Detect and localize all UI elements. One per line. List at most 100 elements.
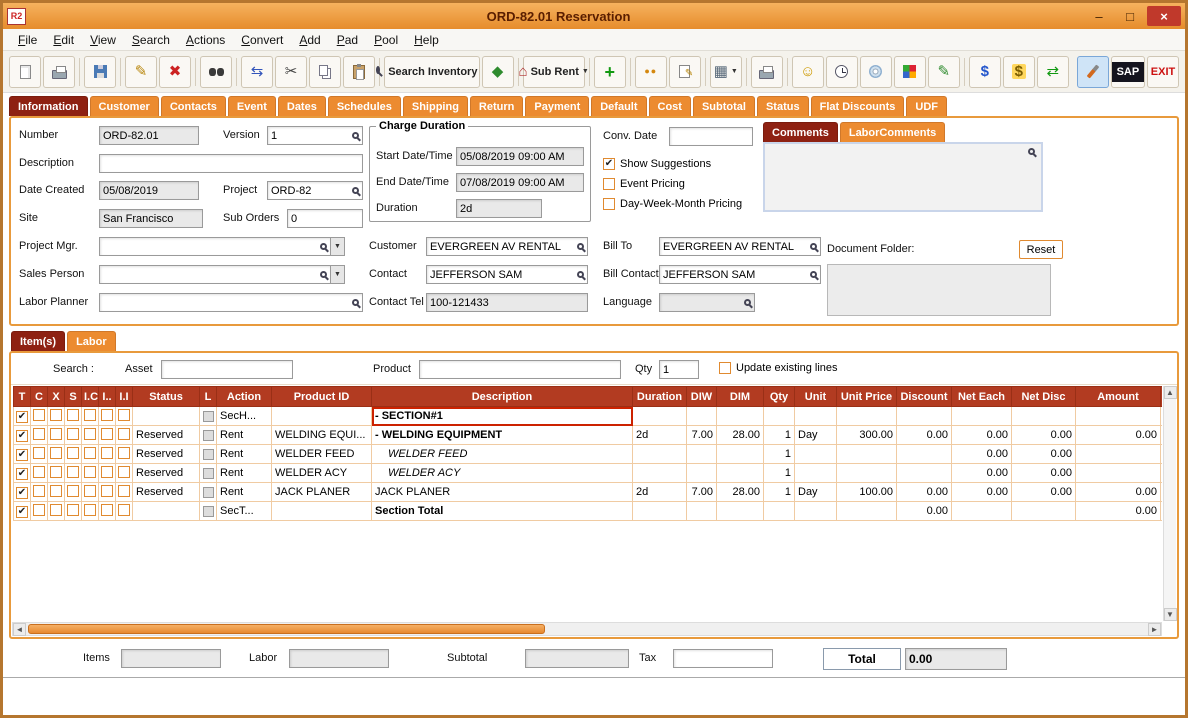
col-header-c[interactable]: C	[31, 387, 48, 407]
cell-tot[interactable]	[1161, 407, 1163, 426]
reset-button[interactable]: Reset	[1019, 240, 1063, 259]
cell-unit_price[interactable]: 300.00	[837, 426, 897, 445]
cell-amount[interactable]	[1076, 464, 1161, 483]
cell-net_disc[interactable]	[1012, 407, 1076, 426]
row-checkbox-icon[interactable]	[16, 430, 28, 442]
menu-actions[interactable]: Actions	[179, 31, 232, 49]
row-checkbox-icon[interactable]	[84, 447, 96, 459]
row-checkbox-icon[interactable]	[16, 506, 28, 518]
table-row[interactable]: ReservedRentJACK PLANERJACK PLANER2d7.00…	[14, 483, 1163, 502]
line-note-icon[interactable]	[203, 430, 214, 441]
media-button[interactable]	[860, 56, 892, 88]
cut-button[interactable]: ✂	[275, 56, 307, 88]
tax-field[interactable]	[673, 649, 773, 668]
tab-udf[interactable]: UDF	[906, 96, 947, 116]
magnifier-icon[interactable]	[320, 271, 327, 278]
cell-status[interactable]	[133, 407, 200, 426]
cell-description[interactable]: Section Total	[372, 502, 633, 521]
sub-rent-button[interactable]: ⌂Sub Rent▼	[523, 56, 585, 88]
find-button[interactable]	[200, 56, 232, 88]
magnifier-icon[interactable]	[320, 243, 327, 250]
row-checkbox-icon[interactable]	[84, 428, 96, 440]
table-row[interactable]: SecT...Section Total0.000.00	[14, 502, 1163, 521]
row-checkbox-icon[interactable]	[118, 485, 130, 497]
labor-planner-field[interactable]	[99, 293, 363, 312]
magnifier-icon[interactable]	[352, 187, 359, 194]
close-button[interactable]: ×	[1147, 6, 1181, 26]
col-header-i-i[interactable]: I.I	[116, 387, 133, 407]
export-button[interactable]: ⇆	[241, 56, 273, 88]
product-search-input[interactable]	[419, 360, 621, 379]
cell-status[interactable]	[133, 502, 200, 521]
col-header-i[interactable]: I..	[99, 387, 116, 407]
menu-pad[interactable]: Pad	[330, 31, 365, 49]
row-checkbox-icon[interactable]	[33, 447, 45, 459]
exit-button[interactable]: EXIT	[1147, 56, 1179, 88]
tab-schedules[interactable]: Schedules	[328, 96, 401, 116]
delete-button[interactable]: ✖	[159, 56, 191, 88]
col-header-discount[interactable]: Discount	[897, 387, 952, 407]
search-inventory-button[interactable]: Search Inventory▼	[384, 56, 480, 88]
sales-person-field[interactable]	[99, 265, 331, 284]
cell-net_disc[interactable]: 0.00	[1012, 464, 1076, 483]
tab-subtotal[interactable]: Subtotal	[693, 96, 755, 116]
cell-dim[interactable]	[717, 464, 764, 483]
row-checkbox-icon[interactable]	[33, 428, 45, 440]
cell-unit[interactable]	[795, 464, 837, 483]
table-row[interactable]: ReservedRentWELDER FEEDWELDER FEED10.000…	[14, 445, 1163, 464]
magnifier-icon[interactable]	[352, 132, 359, 139]
row-checkbox-icon[interactable]	[50, 466, 62, 478]
magnifier-icon[interactable]	[810, 243, 817, 250]
cell-discount[interactable]: 0.00	[897, 426, 952, 445]
language-field[interactable]	[659, 293, 755, 312]
payment-button[interactable]: $	[1003, 56, 1035, 88]
cell-qty[interactable]: 1	[764, 483, 795, 502]
cell-duration[interactable]	[633, 407, 687, 426]
cell-product_id[interactable]	[272, 407, 372, 426]
horizontal-scrollbar[interactable]: ◄ ►	[12, 622, 1162, 636]
paste-button[interactable]	[343, 56, 375, 88]
line-note-icon[interactable]	[203, 506, 214, 517]
row-checkbox-icon[interactable]	[84, 409, 96, 421]
cell-net_disc[interactable]	[1012, 502, 1076, 521]
cell-description[interactable]: WELDER FEED	[372, 445, 633, 464]
menu-file[interactable]: File	[11, 31, 44, 49]
version-field[interactable]: 1	[267, 126, 363, 145]
cell-qty[interactable]: 1	[764, 426, 795, 445]
cell-amount[interactable]: 0.00	[1076, 426, 1161, 445]
cell-unit_price[interactable]	[837, 464, 897, 483]
cell-unit[interactable]	[795, 445, 837, 464]
menu-view[interactable]: View	[83, 31, 123, 49]
comments-textarea[interactable]	[763, 142, 1043, 212]
scroll-down-icon[interactable]: ▼	[1164, 608, 1177, 621]
row-checkbox-icon[interactable]	[16, 487, 28, 499]
cell-product_id[interactable]: WELDING EQUI...	[272, 426, 372, 445]
cell-net_each[interactable]: 0.00	[952, 464, 1012, 483]
cell-net_disc[interactable]: 0.00	[1012, 445, 1076, 464]
duration-field[interactable]: 2d	[456, 199, 542, 218]
magnifier-icon[interactable]	[744, 299, 751, 306]
col-header-qty[interactable]: Qty	[764, 387, 795, 407]
horizontal-scrollbar-thumb[interactable]	[28, 624, 545, 634]
customer-field[interactable]: EVERGREEN AV RENTAL	[426, 237, 588, 256]
description-field[interactable]	[99, 154, 363, 173]
menu-pool[interactable]: Pool	[367, 31, 405, 49]
col-header-i-c[interactable]: I.C	[82, 387, 99, 407]
cell-product_id[interactable]: WELDER ACY	[272, 464, 372, 483]
cell-duration[interactable]	[633, 464, 687, 483]
cell-action[interactable]: Rent	[217, 483, 272, 502]
row-checkbox-icon[interactable]	[101, 466, 113, 478]
show-suggestions-checkbox[interactable]: Show Suggestions	[603, 158, 711, 170]
cell-description[interactable]: JACK PLANER	[372, 483, 633, 502]
edit-button[interactable]: ✎	[125, 56, 157, 88]
tab-status[interactable]: Status	[757, 96, 809, 116]
feedback-button[interactable]: ☺	[792, 56, 824, 88]
row-checkbox-icon[interactable]	[118, 466, 130, 478]
cell-diw[interactable]: 7.00	[687, 426, 717, 445]
tab-information[interactable]: Information	[9, 96, 88, 116]
asset-search-input[interactable]	[161, 360, 293, 379]
project-mgr-field[interactable]	[99, 237, 331, 256]
availability-button[interactable]: ◆	[482, 56, 514, 88]
cell-tot[interactable]	[1161, 426, 1163, 445]
date-created-field[interactable]: 05/08/2019	[99, 181, 199, 200]
